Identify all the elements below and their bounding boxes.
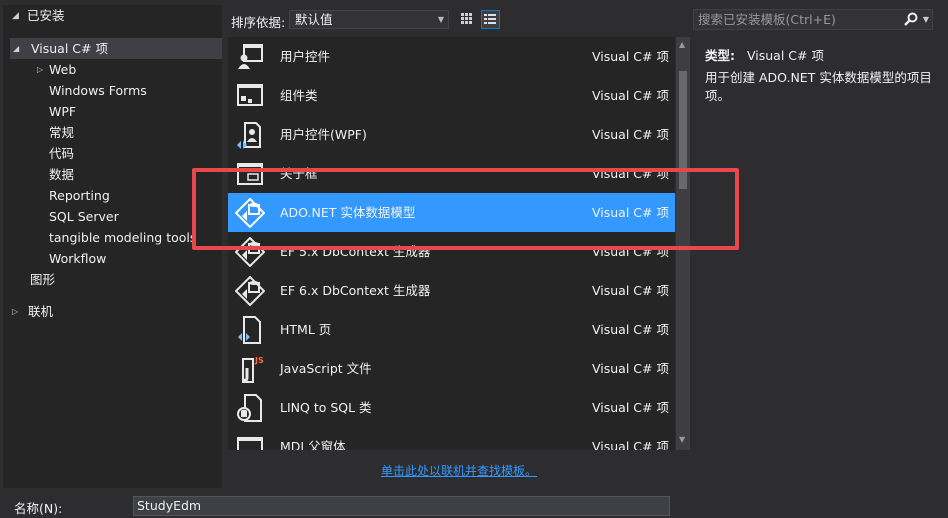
tree-item-label: Visual C# 项	[31, 41, 108, 56]
dbcontext-generator-icon	[235, 276, 265, 306]
template-item-component-class[interactable]: 组件类 Visual C# 项	[228, 76, 675, 115]
sort-by-value: 默认值	[295, 12, 333, 27]
name-field-label: 名称(N):	[14, 501, 63, 516]
template-name: JavaScript 文件	[280, 361, 372, 376]
template-description: 用于创建 ADO.NET 实体数据模型的项目项。	[705, 70, 932, 103]
tree-item-label: Web	[49, 62, 77, 77]
tree-item-visual-csharp[interactable]: ◢ Visual C# 项	[10, 38, 222, 59]
template-name: LINQ to SQL 类	[280, 400, 372, 415]
tree-item-label: Windows Forms	[49, 83, 147, 98]
chevron-down-icon: ▼	[437, 15, 444, 24]
search-installed-templates-input[interactable]: 搜索已安装模板(Ctrl+E) ▼	[693, 9, 933, 30]
tree-item-label: 常规	[49, 125, 75, 140]
template-name: 组件类	[280, 88, 318, 103]
tree-item-windows-forms[interactable]: Windows Forms	[49, 80, 147, 101]
collapse-arrow-icon[interactable]: ◢	[13, 38, 19, 59]
template-item-mdi-parent-form[interactable]: MDI 父窗体 Visual C# 项	[228, 427, 675, 450]
tree-item-workflow[interactable]: Workflow	[49, 248, 106, 269]
annotation-highlight-box	[192, 168, 739, 250]
tree-item-code[interactable]: 代码	[49, 143, 74, 164]
sort-by-label: 排序依据:	[231, 15, 286, 30]
list-view-button[interactable]	[481, 10, 500, 29]
wpf-user-control-icon	[237, 122, 261, 149]
tree-item-wpf[interactable]: WPF	[49, 101, 76, 122]
tree-item-reporting[interactable]: Reporting	[49, 185, 110, 206]
tree-item-label: tangible modeling tools	[49, 230, 197, 245]
tree-item-sql-server[interactable]: SQL Server	[49, 206, 119, 227]
name-field[interactable]: StudyEdm	[133, 496, 670, 516]
scroll-up-arrow-icon[interactable]: ▲	[679, 40, 685, 49]
sort-by-dropdown[interactable]: 默认值 ▼	[289, 10, 449, 29]
search-placeholder: 搜索已安装模板(Ctrl+E)	[698, 12, 836, 27]
template-name: 用户控件	[280, 49, 331, 64]
template-category-tree: ◢ 已安装 ◢ Visual C# 项 ▷ Web Windows Forms …	[3, 5, 222, 488]
template-language: Visual C# 项	[592, 49, 669, 64]
mdi-parent-form-icon	[237, 437, 263, 450]
scroll-down-arrow-icon[interactable]: ▼	[679, 435, 685, 444]
search-icon[interactable]	[904, 12, 918, 31]
chevron-down-icon[interactable]: ▼	[923, 10, 929, 29]
expand-arrow-icon[interactable]: ▷	[37, 59, 43, 80]
type-value: Visual C# 项	[746, 48, 824, 63]
template-language: Visual C# 项	[592, 127, 669, 142]
tree-item-label: 数据	[49, 167, 75, 182]
template-language: Visual C# 项	[592, 400, 669, 415]
template-name: EF 6.x DbContext 生成器	[280, 283, 431, 298]
tree-item-label: WPF	[49, 104, 77, 119]
template-item-html-page[interactable]: HTML 页 Visual C# 项	[228, 310, 675, 349]
template-item-wpf-user-control[interactable]: 用户控件(WPF) Visual C# 项	[228, 115, 675, 154]
collapse-arrow-icon[interactable]: ◢	[12, 5, 19, 27]
template-name: HTML 页	[280, 322, 332, 337]
tree-item-label: 图形	[30, 272, 56, 287]
expand-arrow-icon[interactable]: ▷	[12, 301, 18, 322]
template-language: Visual C# 项	[592, 283, 669, 298]
template-name: 用户控件(WPF)	[280, 127, 367, 142]
template-item-javascript-file[interactable]: JS JavaScript 文件 Visual C# 项	[228, 349, 675, 388]
find-templates-online-link[interactable]: 单击此处以联机并查找模板。	[381, 462, 537, 479]
tree-item-label: 联机	[28, 304, 54, 319]
javascript-file-icon: JS	[242, 356, 264, 383]
template-language: Visual C# 项	[592, 361, 669, 376]
list-view-icon	[484, 14, 496, 24]
svg-text:JS: JS	[254, 356, 264, 365]
template-language: Visual C# 项	[592, 322, 669, 337]
template-item-ef6-dbcontext-generator[interactable]: EF 6.x DbContext 生成器 Visual C# 项	[228, 271, 675, 310]
html-page-icon	[238, 316, 261, 344]
template-name: MDI 父窗体	[280, 439, 346, 450]
tree-item-label: SQL Server	[49, 209, 119, 224]
grid-view-button[interactable]	[458, 10, 477, 29]
template-language: Visual C# 项	[592, 439, 669, 450]
template-language: Visual C# 项	[592, 88, 669, 103]
tree-item-data[interactable]: 数据	[49, 164, 74, 185]
tree-item-label: Workflow	[49, 251, 107, 266]
grid-view-icon	[461, 13, 472, 24]
tree-item-tangible-modeling-tools[interactable]: tangible modeling tools	[49, 227, 196, 248]
tree-item-general[interactable]: 常规	[49, 122, 74, 143]
user-control-icon	[238, 44, 263, 69]
linq-to-sql-icon	[237, 394, 262, 422]
tree-installed-label: 已安装	[27, 8, 65, 23]
template-item-linq-to-sql[interactable]: LINQ to SQL 类 Visual C# 项	[228, 388, 675, 427]
template-type-info: 类型: Visual C# 项	[705, 45, 824, 64]
tree-item-label: 代码	[49, 146, 75, 161]
tree-item-label: Reporting	[49, 188, 110, 203]
tree-item-graphics[interactable]: 图形	[30, 269, 55, 290]
component-class-icon	[237, 84, 263, 106]
template-item-user-control[interactable]: 用户控件 Visual C# 项	[228, 37, 675, 76]
type-label: 类型:	[705, 48, 735, 63]
tree-installed-header[interactable]: ◢ 已安装	[3, 5, 222, 27]
